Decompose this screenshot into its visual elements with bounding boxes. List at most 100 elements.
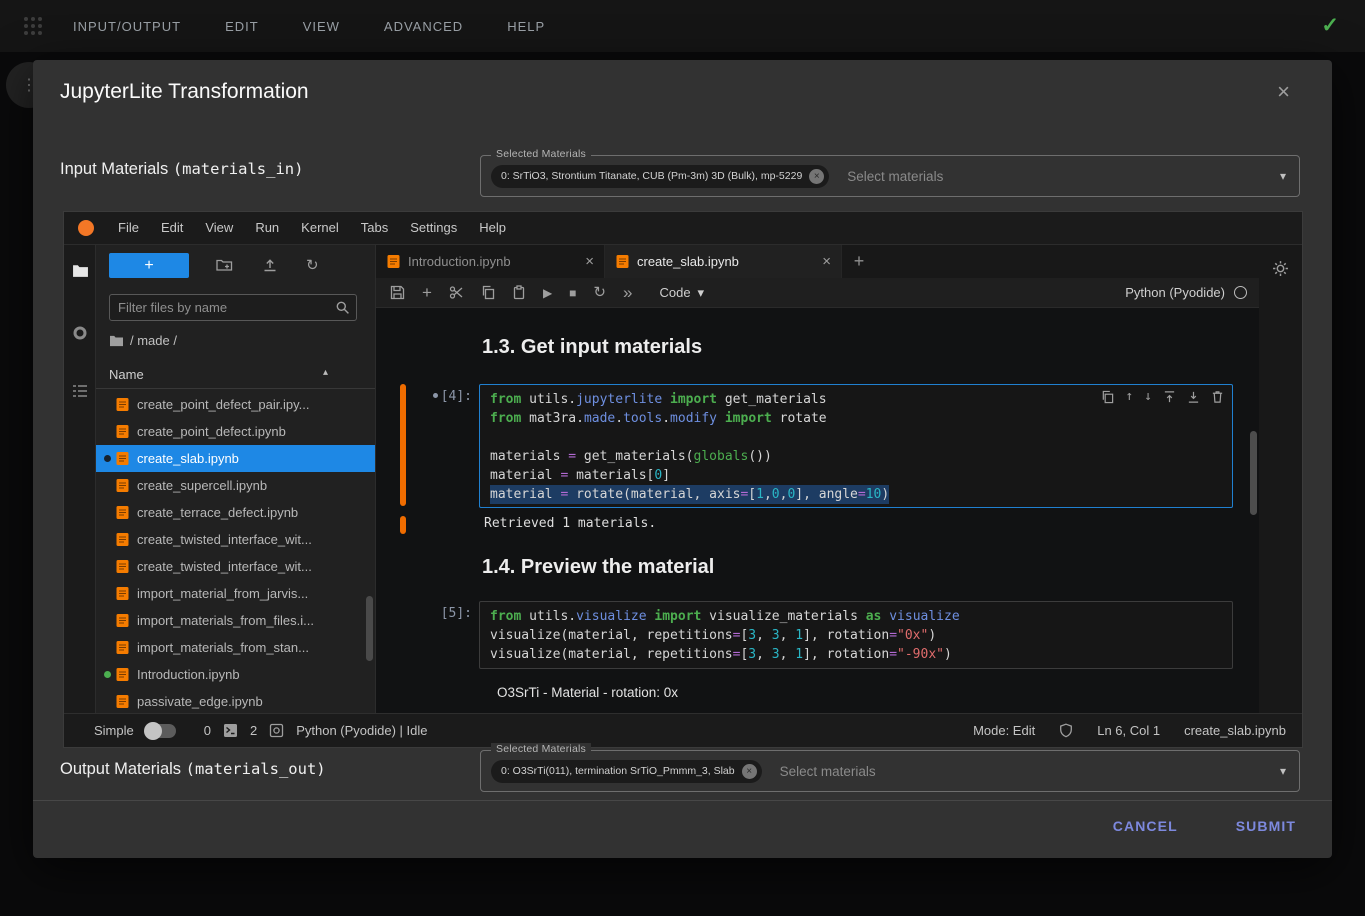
settings-gear-icon[interactable] <box>1272 260 1289 277</box>
topbar-menu-item[interactable]: ADVANCED <box>384 19 463 34</box>
file-row[interactable]: import_materials_from_stan... <box>96 634 375 661</box>
insert-cell-below-icon[interactable] <box>1187 390 1200 404</box>
simple-mode-toggle[interactable] <box>146 724 176 738</box>
output-materials-select[interactable]: Selected Materials 0: O3SrTi(011), termi… <box>480 750 1300 792</box>
file-row[interactable]: passivate_edge.ipynb <box>96 688 375 715</box>
app-grid-icon[interactable] <box>24 17 42 35</box>
restart-kernel-icon[interactable]: ↻ <box>593 286 606 300</box>
jupyter-menu: FileEditViewRunKernelTabsSettingsHelp <box>107 212 517 244</box>
cell-output-text: Retrieved 1 materials. <box>484 516 656 531</box>
new-launcher-button[interactable]: + <box>109 253 189 278</box>
kernel-indicator[interactable]: Python (Pyodide) <box>1125 285 1247 300</box>
jupyter-logo-icon <box>78 220 94 236</box>
file-list-scrollbar[interactable] <box>366 596 373 661</box>
file-filter-input[interactable] <box>118 295 328 320</box>
input-materials-select[interactable]: Selected Materials 0: SrTiO3, Strontium … <box>480 155 1300 197</box>
cut-icon[interactable] <box>449 285 464 300</box>
cell-type-dropdown[interactable]: Code ▾ <box>659 285 704 301</box>
chip-remove-icon[interactable]: × <box>742 764 757 779</box>
close-tab-icon[interactable]: × <box>585 253 594 270</box>
actions-divider <box>33 800 1332 801</box>
jupyter-menu-item[interactable]: View <box>194 212 244 244</box>
notebook-file-icon <box>115 613 131 628</box>
file-browser-icon[interactable] <box>64 263 96 278</box>
file-dot-placeholder <box>104 509 111 516</box>
visualize-output-title: O3SrTi - Material - rotation: 0x <box>497 685 678 700</box>
code-line: from utils.visualize import visualize_ma… <box>490 607 1222 626</box>
insert-cell-above-icon[interactable] <box>1163 390 1176 404</box>
duplicate-cell-icon[interactable] <box>1101 390 1114 404</box>
output-material-chip[interactable]: 0: O3SrTi(011), termination SrTiO_Pmmm_3… <box>491 760 762 783</box>
input-material-chip[interactable]: 0: SrTiO3, Strontium Titanate, CUB (Pm-3… <box>491 165 829 188</box>
move-cell-down-icon[interactable]: ↓ <box>1144 390 1152 404</box>
close-tab-icon[interactable]: × <box>822 253 831 270</box>
jupyter-menu-item[interactable]: File <box>107 212 150 244</box>
jupyter-menu-item[interactable]: Tabs <box>350 212 399 244</box>
output-collapser[interactable] <box>400 516 406 534</box>
insert-cell-icon[interactable]: + <box>422 286 432 300</box>
name-column-header[interactable]: Name <box>109 367 144 382</box>
code-line: materials = get_materials(globals()) <box>490 447 1222 466</box>
refresh-icon[interactable]: ↻ <box>306 256 319 274</box>
jupyter-menu-item[interactable]: Run <box>244 212 290 244</box>
jupyter-menu-item[interactable]: Kernel <box>290 212 350 244</box>
tab-create_slab.ipynb[interactable]: create_slab.ipynb× <box>605 245 842 278</box>
mode-indicator[interactable]: Mode: Edit <box>973 723 1035 738</box>
move-cell-up-icon[interactable]: ↑ <box>1125 390 1133 404</box>
delete-cell-icon[interactable] <box>1211 390 1224 404</box>
chip-remove-icon[interactable]: × <box>809 169 824 184</box>
close-icon[interactable]: × <box>1277 82 1290 102</box>
notebook-file-icon <box>115 694 131 709</box>
jupyterlite-transformation-dialog: JupyterLite Transformation × Input Mater… <box>33 60 1332 858</box>
code-cell-5[interactable]: from utils.visualize import visualize_ma… <box>479 601 1233 669</box>
table-of-contents-icon[interactable] <box>64 384 96 398</box>
cancel-button[interactable]: CANCEL <box>1107 808 1184 844</box>
jupyter-menu-item[interactable]: Edit <box>150 212 194 244</box>
upload-icon[interactable] <box>262 257 278 273</box>
stop-icon[interactable]: ■ <box>569 286 576 300</box>
select-materials-placeholder: Select materials <box>780 764 876 779</box>
file-row[interactable]: import_materials_from_files.i... <box>96 607 375 634</box>
breadcrumb[interactable]: / made / <box>109 333 177 348</box>
file-list-header[interactable]: Name ▴ <box>96 362 375 389</box>
file-row[interactable]: Introduction.ipynb <box>96 661 375 688</box>
jupyter-menu-item[interactable]: Help <box>468 212 517 244</box>
chevron-down-icon[interactable]: ▾ <box>1280 764 1286 778</box>
running-sessions-icon[interactable] <box>64 325 96 341</box>
jupyter-menu-item[interactable]: Settings <box>399 212 468 244</box>
paste-icon[interactable] <box>512 285 526 300</box>
file-row[interactable]: create_supercell.ipynb <box>96 472 375 499</box>
code-line: material = rotate(material, axis=[1,0,0]… <box>490 485 1222 504</box>
file-row[interactable]: create_terrace_defect.ipynb <box>96 499 375 526</box>
tab-Introduction.ipynb[interactable]: Introduction.ipynb× <box>376 245 605 278</box>
topbar-menu-item[interactable]: HELP <box>507 19 545 34</box>
add-tab-button[interactable]: + <box>842 245 876 278</box>
file-row[interactable]: create_point_defect_pair.ipy... <box>96 391 375 418</box>
notebook-scrollbar[interactable] <box>1250 431 1257 515</box>
kernels-count: 2 <box>250 723 257 738</box>
restart-run-all-icon[interactable]: » <box>623 286 632 300</box>
topbar-menu-item[interactable]: VIEW <box>303 19 340 34</box>
copy-icon[interactable] <box>481 285 495 300</box>
topbar-menu-item[interactable]: INPUT/OUTPUT <box>73 19 181 34</box>
cursor-position[interactable]: Ln 6, Col 1 <box>1097 723 1160 738</box>
file-row[interactable]: create_point_defect.ipynb <box>96 418 375 445</box>
active-filename[interactable]: create_slab.ipynb <box>1184 723 1286 738</box>
run-icon[interactable]: ▶ <box>543 286 552 300</box>
save-icon[interactable] <box>390 285 405 300</box>
code-cell-4[interactable]: ↑ ↓ <box>479 384 1233 508</box>
file-row[interactable]: import_material_from_jarvis... <box>96 580 375 607</box>
terminal-icon <box>223 723 238 738</box>
apply-check-icon[interactable]: ✓ <box>1321 13 1339 38</box>
chevron-down-icon[interactable]: ▾ <box>1280 169 1286 183</box>
file-dot-placeholder <box>104 428 111 435</box>
topbar-menu-item[interactable]: EDIT <box>225 19 259 34</box>
file-row[interactable]: create_twisted_interface_wit... <box>96 526 375 553</box>
file-dot-placeholder <box>104 482 111 489</box>
kernel-status-label[interactable]: Python (Pyodide) | Idle <box>296 723 427 738</box>
file-row[interactable]: create_slab.ipynb <box>96 445 375 472</box>
new-folder-icon[interactable] <box>216 257 233 273</box>
file-row[interactable]: create_twisted_interface_wit... <box>96 553 375 580</box>
dialog-title: JupyterLite Transformation <box>60 80 309 104</box>
submit-button[interactable]: SUBMIT <box>1230 808 1302 844</box>
